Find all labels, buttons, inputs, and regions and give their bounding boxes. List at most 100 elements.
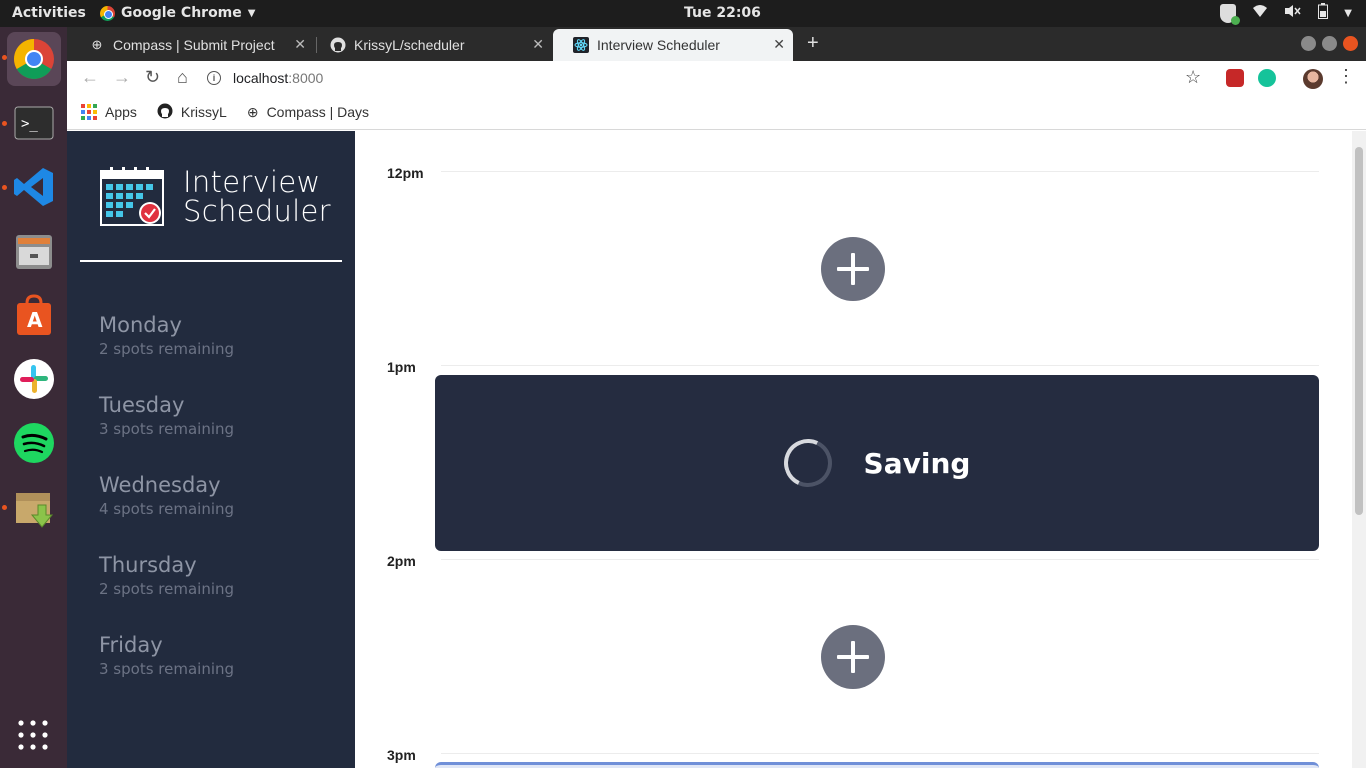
tab-github-scheduler[interactable]: KrissyL/scheduler ✕ [310, 29, 552, 61]
vscode-icon [14, 168, 53, 206]
day-spots: 3 spots remaining [99, 660, 235, 678]
url-host: localhost [233, 70, 289, 86]
bookmark-label: Compass | Days [266, 104, 370, 120]
tab-label: KrissyL/scheduler [354, 37, 465, 53]
home-icon[interactable]: ⌂ [177, 67, 188, 88]
day-item-friday[interactable]: Friday 3 spots remaining [99, 633, 234, 678]
package-download-icon [16, 493, 54, 528]
show-applications-button[interactable] [17, 719, 51, 753]
wifi-icon[interactable] [1252, 4, 1268, 22]
compass-icon: ⊕ [91, 37, 103, 52]
close-tab-icon[interactable]: ✕ [294, 36, 306, 53]
close-tab-icon[interactable]: ✕ [773, 36, 785, 53]
close-window-button[interactable] [1343, 36, 1358, 51]
address-bar[interactable]: i localhost :8000 [207, 64, 1217, 92]
calendar-check-icon [100, 167, 164, 226]
browser-toolbar: ← → ↻ ⌂ i localhost :8000 ☆ ⋮ [67, 61, 1366, 95]
day-name: Wednesday [99, 473, 221, 497]
bookmark-krissyl[interactable]: KrissyL [157, 103, 227, 122]
dock-chrome[interactable] [7, 32, 61, 86]
dock-package-installer[interactable] [7, 480, 61, 534]
window-controls [1301, 36, 1358, 51]
github-icon [330, 37, 346, 53]
app-title: Interview Scheduler [183, 168, 331, 226]
scheduler-sidebar: Interview Scheduler Monday 2 spots remai… [67, 131, 355, 768]
page-scrollbar[interactable] [1352, 131, 1366, 768]
bookmark-star-icon[interactable]: ☆ [1185, 67, 1201, 88]
svg-text:A: A [27, 308, 43, 332]
day-name: Monday [99, 313, 182, 337]
dock-slack[interactable] [7, 352, 61, 406]
schedule-main: 12pm 1pm Saving 2pm 3pm [355, 131, 1352, 768]
tab-compass-submit[interactable]: ⊕ Compass | Submit Project ✕ [69, 29, 314, 61]
dock-vscode[interactable] [7, 160, 61, 214]
minimize-button[interactable] [1301, 36, 1316, 51]
dock-terminal[interactable]: >_ [7, 96, 61, 150]
tab-interview-scheduler[interactable]: Interview Scheduler ✕ [553, 29, 793, 61]
volume-muted-icon[interactable] [1284, 4, 1302, 22]
day-spots: 3 spots remaining [99, 420, 235, 438]
hour-label-12pm: 12pm [387, 165, 424, 181]
app-menu-label: Google Chrome [121, 5, 242, 21]
battery-icon[interactable] [1318, 3, 1329, 23]
add-appointment-button[interactable] [821, 625, 885, 689]
hour-label-1pm: 1pm [387, 359, 416, 375]
system-top-bar: Activities Google Chrome ▼ Tue 22:06 ▼ [0, 0, 1366, 27]
hour-label-2pm: 2pm [387, 553, 416, 569]
scrollbar-thumb[interactable] [1355, 147, 1363, 515]
compass-icon: ⊕ [246, 103, 259, 120]
day-spots: 2 spots remaining [99, 340, 235, 358]
app-menu[interactable]: Google Chrome ▼ [100, 5, 255, 21]
bookmark-apps[interactable]: Apps [81, 104, 137, 120]
app-grid-icon [18, 720, 48, 750]
system-tray[interactable]: ▼ [1220, 3, 1352, 25]
bookmarks-bar: Apps KrissyL ⊕ Compass | Days [67, 95, 1366, 130]
url-port: :8000 [288, 70, 324, 86]
sidebar-divider [80, 260, 342, 262]
apps-grid-icon [81, 104, 97, 120]
bookmark-label: KrissyL [180, 104, 227, 120]
tab-label: Compass | Submit Project [113, 37, 275, 53]
chrome-menu-icon[interactable]: ⋮ [1337, 66, 1355, 87]
back-arrow-icon[interactable]: ← [81, 67, 99, 88]
hour-divider [441, 559, 1319, 560]
system-menu-caret-icon[interactable]: ▼ [1344, 8, 1352, 19]
hour-divider [441, 171, 1319, 172]
dock-spotify[interactable] [7, 416, 61, 470]
profile-avatar[interactable] [1303, 69, 1323, 89]
grammarly-icon[interactable] [1258, 69, 1276, 87]
day-name: Friday [99, 633, 163, 657]
day-item-tuesday[interactable]: Tuesday 3 spots remaining [99, 393, 234, 438]
app-logo: Interview Scheduler [100, 167, 331, 227]
system-clock[interactable]: Tue 22:06 [684, 5, 761, 21]
day-item-thursday[interactable]: Thursday 2 spots remaining [99, 553, 234, 598]
hour-divider [441, 365, 1319, 366]
dock-files[interactable] [7, 224, 61, 278]
appointment-card[interactable] [435, 762, 1319, 768]
day-item-monday[interactable]: Monday 2 spots remaining [99, 313, 234, 358]
extension-icon[interactable] [1226, 69, 1244, 87]
security-shield-icon[interactable] [1220, 3, 1241, 25]
tab-label: Interview Scheduler [597, 37, 720, 53]
saving-status-card: Saving [435, 375, 1319, 551]
day-spots: 4 spots remaining [99, 500, 235, 518]
close-tab-icon[interactable]: ✕ [532, 36, 544, 53]
maximize-button[interactable] [1322, 36, 1337, 51]
reload-icon[interactable]: ↻ [145, 67, 160, 88]
hour-label-3pm: 3pm [387, 747, 416, 763]
activities-button[interactable]: Activities [12, 5, 86, 21]
chrome-icon [14, 39, 54, 79]
svg-text:>_: >_ [21, 116, 38, 132]
dock-software-center[interactable]: A [7, 288, 61, 342]
forward-arrow-icon[interactable]: → [113, 67, 131, 88]
bookmark-compass-days[interactable]: ⊕ Compass | Days [247, 104, 369, 121]
shopping-bag-icon: A [17, 294, 51, 335]
hour-divider [441, 753, 1319, 754]
site-info-icon[interactable]: i [207, 71, 221, 85]
day-item-wednesday[interactable]: Wednesday 4 spots remaining [99, 473, 234, 518]
new-tab-button[interactable]: + [807, 32, 819, 55]
day-spots: 2 spots remaining [99, 580, 235, 598]
caret-down-icon: ▼ [247, 7, 256, 19]
add-appointment-button[interactable] [821, 237, 885, 301]
day-name: Tuesday [99, 393, 185, 417]
